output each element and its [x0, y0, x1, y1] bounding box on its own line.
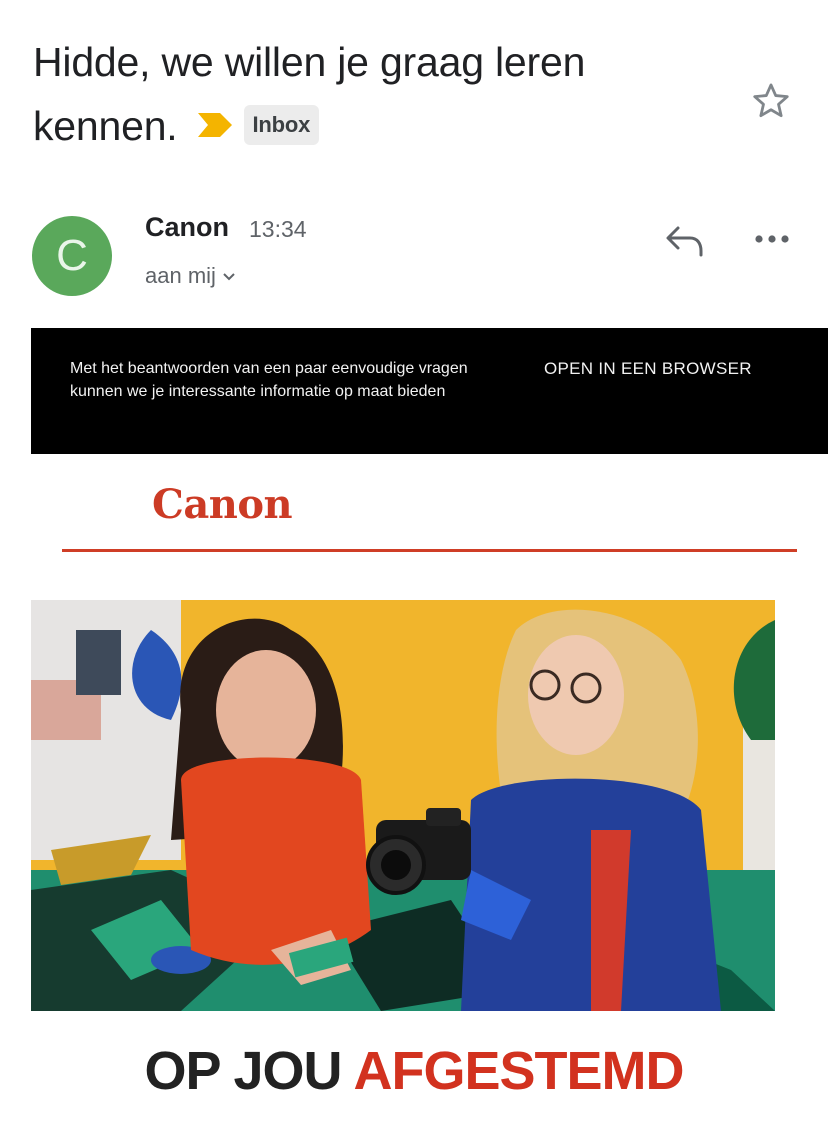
more-options-icon[interactable]: [752, 230, 792, 248]
divider: [62, 549, 797, 552]
headline-part-1: OP JOU: [144, 1041, 342, 1101]
recipient-label: aan mij: [145, 263, 216, 288]
email-subject: Hidde, we willen je graag leren kennen. I…: [33, 30, 733, 158]
preheader-text: Met het beantwoorden van een paar eenvou…: [70, 360, 468, 400]
subject-line-1: Hidde, we willen je graag leren: [33, 39, 586, 85]
sent-time: 13:34: [249, 216, 307, 242]
hero-image[interactable]: [31, 600, 775, 1011]
recipient-details-toggle[interactable]: aan mij: [145, 263, 236, 289]
important-marker-icon[interactable]: [197, 113, 232, 138]
star-icon[interactable]: [750, 80, 792, 122]
sender-avatar[interactable]: C: [32, 216, 112, 296]
canon-logo[interactable]: Canon: [152, 481, 293, 528]
inbox-label-chip[interactable]: Inbox: [243, 105, 320, 146]
chevron-down-icon: [223, 273, 235, 281]
open-in-browser-link[interactable]: OPEN IN EEN BROWSER: [544, 359, 752, 379]
headline: OP JOU AFGESTEMD: [0, 1040, 828, 1102]
preheader-banner: Met het beantwoorden van een paar eenvou…: [31, 328, 828, 454]
subject-line-2: kennen.: [33, 103, 178, 149]
reply-icon[interactable]: [664, 224, 704, 258]
sender-name[interactable]: Canon: [145, 212, 229, 243]
headline-part-2: AFGESTEMD: [353, 1041, 685, 1101]
subject-line-2-row: kennen. Inbox: [33, 94, 733, 158]
